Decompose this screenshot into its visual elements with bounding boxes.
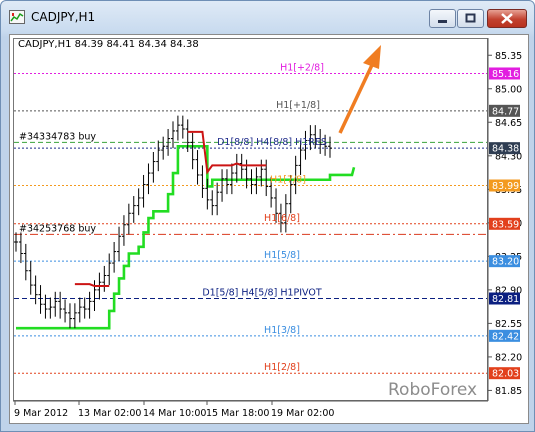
x-tick-label: 15 Mar 18:00 [206, 408, 269, 419]
y-tick-label: 81.85 [495, 386, 522, 397]
price-tag-label: 83.20 [492, 257, 519, 268]
price-chart[interactable]: #34334783 buy #34253768 buy H1[+2/8] H1[+1… [10, 35, 528, 423]
level-label: D1[8/8] H4[8/8] H1RES [217, 137, 327, 148]
price-tag-label: 84.38 [492, 144, 519, 155]
plot-frame [13, 38, 488, 401]
y-tick-label: 82.20 [495, 352, 522, 363]
y-tick-label: 82.55 [495, 319, 522, 330]
x-axis-ticks: 9 Mar 2012 13 Mar 02:00 14 Mar 10:00 15 Mar… [14, 401, 334, 419]
order-label: #34253768 buy [19, 223, 96, 234]
level-label: D1[5/8] H4[5/8] H1PIVOT [202, 287, 322, 298]
y-tick-label: 85.00 [495, 84, 522, 95]
price-tag-label: 83.99 [492, 181, 519, 192]
price-tag-label: 82.81 [492, 294, 519, 305]
x-tick-label: 9 Mar 2012 [14, 408, 68, 419]
watermark-logo: RoboForex [388, 380, 477, 400]
chart-window: CADJPY,H1 #34334783 buy #34253768 buy H1[… [0, 0, 535, 432]
order-label: #34334783 buy [19, 131, 96, 142]
minimize-button[interactable] [429, 9, 456, 28]
y-tick-label: 85.35 [495, 51, 522, 62]
x-tick-label: 14 Mar 10:00 [143, 408, 206, 419]
ohlc-info: CADJPY,H1 84.39 84.41 84.34 84.38 [18, 39, 199, 50]
price-tag-label: 82.03 [492, 369, 519, 380]
price-tag-label: 84.77 [492, 106, 519, 117]
level-label: H1[2/8] [264, 362, 300, 373]
chart-app-icon [9, 10, 25, 24]
level-label: H1[5/8] [264, 250, 300, 261]
level-label: H1[+1/8] [276, 100, 320, 111]
level-label: H1[6/8] [264, 213, 300, 224]
y-tick-label: 84.65 [495, 118, 522, 129]
price-tag-label: 85.16 [492, 69, 519, 80]
price-tags: 85.16 84.77 84.38 83.99 83.59 83.20 82.81 82.42… [489, 67, 520, 380]
minimize-icon [438, 20, 447, 23]
level-label: H1[+2/8] [280, 62, 324, 73]
close-icon [501, 13, 513, 24]
maximize-button[interactable] [457, 9, 484, 28]
maximize-icon [465, 13, 476, 23]
price-tag-label: 83.59 [492, 219, 519, 230]
price-tag-label: 82.42 [492, 331, 519, 342]
close-button[interactable] [487, 9, 527, 28]
level-label: H1[7/8] [270, 175, 306, 186]
window-title: CADJPY,H1 [31, 10, 96, 24]
level-label: H1[3/8] [264, 325, 300, 336]
x-tick-label: 19 Mar 02:00 [271, 408, 334, 419]
chart-area[interactable]: #34334783 buy #34253768 buy H1[+2/8] H1[+1… [9, 34, 529, 424]
title-bar[interactable]: CADJPY,H1 [1, 1, 534, 35]
x-tick-label: 13 Mar 02:00 [78, 408, 141, 419]
